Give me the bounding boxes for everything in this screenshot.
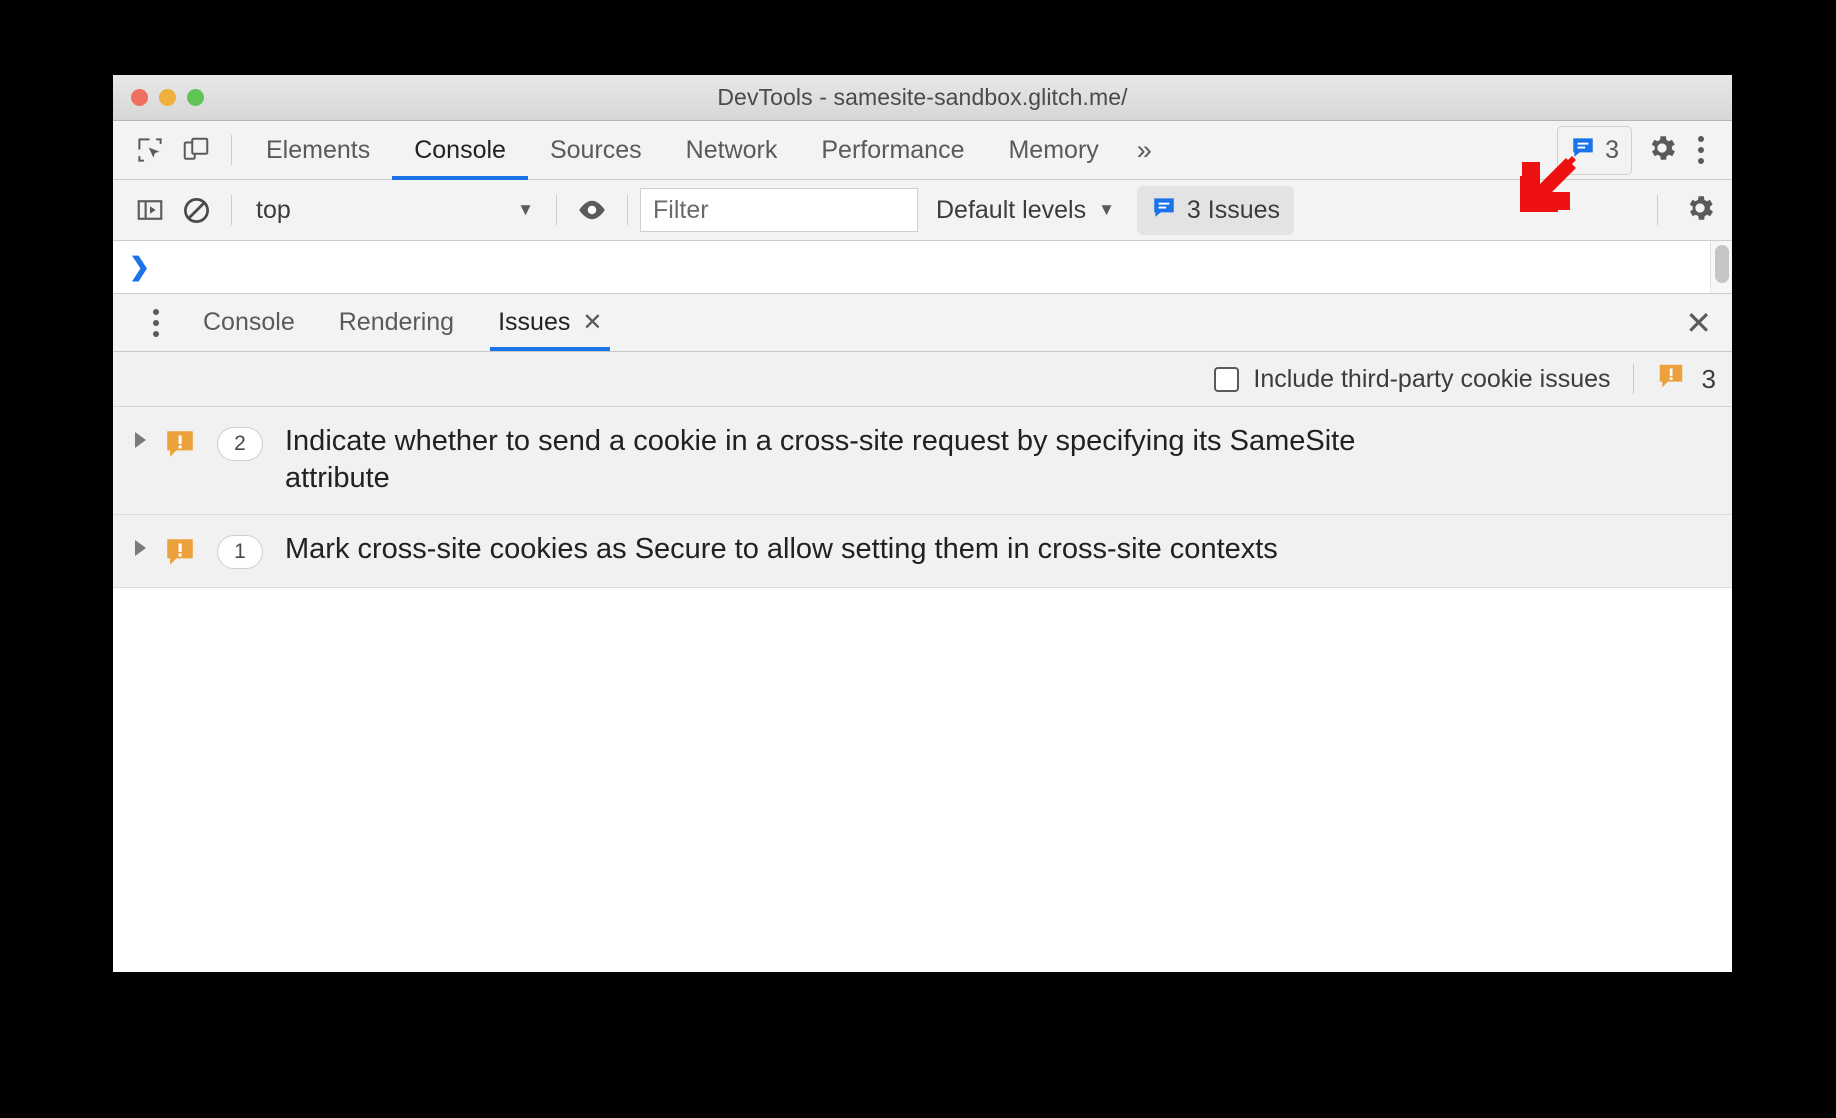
chevron-down-icon: ▼ — [517, 200, 534, 220]
tabbar-divider — [231, 135, 232, 165]
close-issues-tab-icon[interactable]: ✕ — [582, 311, 602, 335]
close-drawer-icon[interactable]: ✕ — [1685, 307, 1712, 339]
clear-console-icon[interactable] — [173, 187, 219, 233]
tab-performance-label: Performance — [821, 136, 964, 165]
issue-bubble-icon — [1151, 194, 1177, 227]
issue-count-badge: 1 — [217, 535, 263, 569]
expand-issue-icon[interactable] — [123, 531, 157, 556]
console-sidebar-icon[interactable] — [127, 187, 173, 233]
tab-network-label: Network — [686, 136, 778, 165]
drawer-tab-issues-label: Issues — [498, 308, 570, 337]
tab-memory-label: Memory — [1008, 136, 1098, 165]
tabbar-right-actions: 3 — [1557, 126, 1732, 175]
drawer-tab-rendering[interactable]: Rendering — [317, 294, 476, 351]
console-toolbar-divider-4 — [1657, 195, 1658, 225]
execution-context-selector[interactable]: top ▼ — [244, 188, 544, 232]
tab-sources-label: Sources — [550, 136, 642, 165]
warning-bubble-icon — [157, 531, 203, 569]
tabbar-issues-count: 3 — [1605, 136, 1619, 165]
log-levels-label: Default levels — [936, 196, 1086, 225]
console-settings-gear-icon[interactable] — [1670, 192, 1716, 229]
log-levels-selector[interactable]: Default levels ▼ — [936, 196, 1115, 225]
issues-button-label: 3 Issues — [1187, 196, 1280, 225]
issues-total-count: 3 — [1656, 361, 1716, 398]
third-party-cookie-checkbox-row[interactable]: Include third-party cookie issues — [1214, 365, 1610, 394]
issues-total-count-value: 3 — [1702, 364, 1716, 395]
drawer-tab-issues[interactable]: Issues ✕ — [476, 294, 624, 351]
main-tabbar: Elements Console Sources Network Perform… — [113, 121, 1732, 180]
drawer-more-tools-icon[interactable] — [131, 294, 181, 351]
third-party-cookie-label: Include third-party cookie issues — [1253, 365, 1610, 394]
tab-performance[interactable]: Performance — [799, 121, 986, 180]
chevron-down-icon: ▼ — [1098, 200, 1115, 220]
tab-console-label: Console — [414, 136, 506, 165]
console-toolbar: top ▼ Filter Default levels ▼ — [113, 180, 1732, 241]
drawer-tabbar: Console Rendering Issues ✕ ✕ — [113, 294, 1732, 352]
screenshot-stage: DevTools - samesite-sandbox.glitch.me/ — [0, 0, 1836, 1118]
tab-elements-label: Elements — [266, 136, 370, 165]
device-toolbar-icon[interactable] — [173, 127, 219, 173]
window-titlebar: DevTools - samesite-sandbox.glitch.me/ — [113, 75, 1732, 121]
issues-toolbar-divider — [1633, 364, 1634, 394]
drawer-tab-console[interactable]: Console — [181, 294, 317, 351]
more-options-icon[interactable] — [1692, 136, 1720, 164]
gear-icon[interactable] — [1646, 132, 1678, 169]
tab-console[interactable]: Console — [392, 121, 528, 180]
console-toolbar-divider-1 — [231, 195, 232, 225]
console-scrollbar[interactable] — [1710, 241, 1732, 293]
console-toolbar-divider-3 — [627, 195, 628, 225]
issues-button[interactable]: 3 Issues — [1137, 186, 1294, 235]
console-prompt-area[interactable]: ❯ — [113, 241, 1732, 294]
tab-sources[interactable]: Sources — [528, 121, 664, 180]
issues-toolbar: Include third-party cookie issues 3 — [113, 352, 1732, 407]
window-title: DevTools - samesite-sandbox.glitch.me/ — [113, 84, 1732, 111]
issue-title[interactable]: Mark cross-site cookies as Secure to all… — [285, 531, 1278, 568]
execution-context-value: top — [256, 196, 291, 225]
warning-bubble-icon — [1656, 361, 1686, 398]
expand-issue-icon[interactable] — [123, 423, 157, 448]
panel-tabs: Elements Console Sources Network Perform… — [244, 121, 1121, 180]
inspect-element-icon[interactable] — [127, 127, 173, 173]
drawer-tabbar-right: ✕ — [1685, 294, 1732, 351]
issue-title[interactable]: Indicate whether to send a cookie in a c… — [285, 423, 1465, 496]
devtools-window: DevTools - samesite-sandbox.glitch.me/ — [113, 75, 1732, 972]
tab-network[interactable]: Network — [664, 121, 800, 180]
console-toolbar-divider-2 — [556, 195, 557, 225]
issues-list: 2 Indicate whether to send a cookie in a… — [113, 407, 1732, 817]
red-pointer-arrow — [1510, 150, 1582, 227]
issue-row[interactable]: 1 Mark cross-site cookies as Secure to a… — [113, 515, 1732, 588]
drawer-tab-console-label: Console — [203, 308, 295, 337]
third-party-cookie-checkbox[interactable] — [1214, 367, 1239, 392]
more-tabs-icon[interactable]: » — [1121, 135, 1165, 166]
prompt-caret-icon: ❯ — [129, 252, 150, 282]
issue-count-badge: 2 — [217, 427, 263, 461]
live-expression-eye-icon[interactable] — [569, 187, 615, 233]
console-toolbar-right — [1645, 192, 1732, 229]
tab-memory[interactable]: Memory — [986, 121, 1120, 180]
filter-input[interactable]: Filter — [640, 188, 918, 232]
drawer-tab-rendering-label: Rendering — [339, 308, 454, 337]
warning-bubble-icon — [157, 423, 203, 461]
issue-row[interactable]: 2 Indicate whether to send a cookie in a… — [113, 407, 1732, 515]
console-scrollbar-thumb[interactable] — [1715, 245, 1729, 283]
tab-elements[interactable]: Elements — [244, 121, 392, 180]
